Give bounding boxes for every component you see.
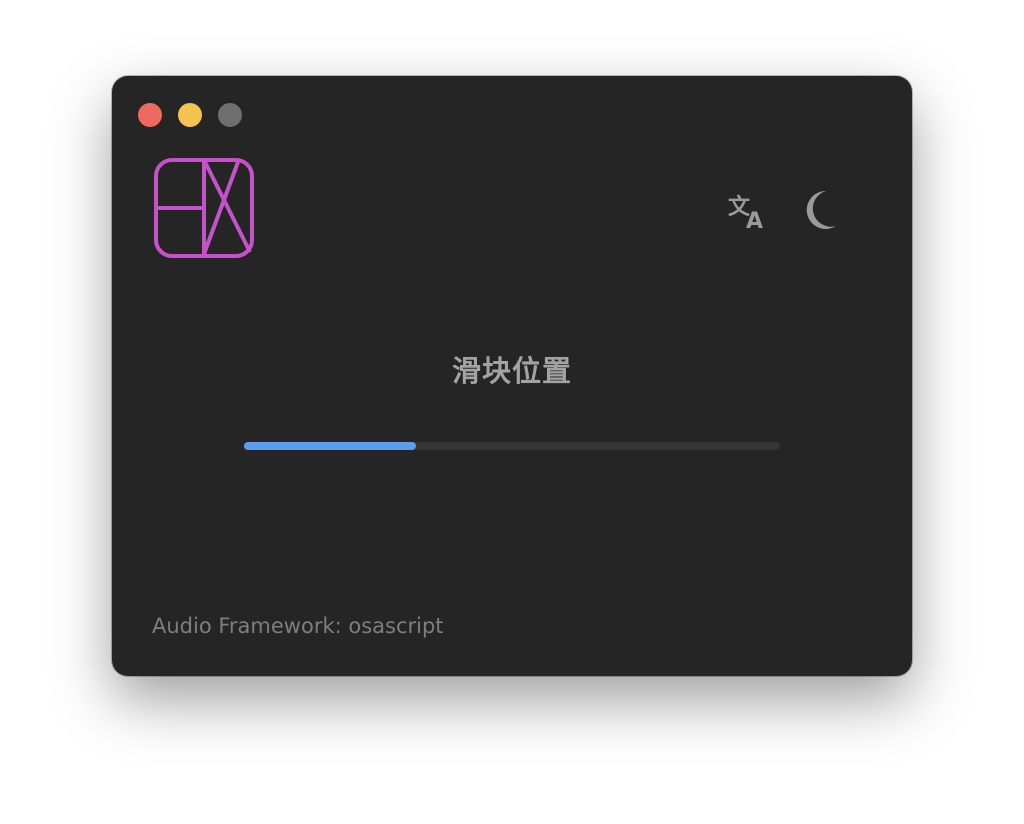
slider-fill [244, 442, 416, 450]
toolbar: 文 A [726, 188, 842, 232]
moon-icon[interactable] [798, 188, 842, 232]
close-window-button[interactable] [138, 103, 162, 127]
hx-logo-icon [154, 158, 254, 258]
zoom-window-button[interactable] [218, 103, 242, 127]
audio-framework-label: Audio Framework: osascript [152, 614, 444, 638]
minimize-window-button[interactable] [178, 103, 202, 127]
position-slider[interactable] [244, 438, 780, 454]
translate-icon[interactable]: 文 A [726, 188, 770, 232]
app-window: 文 A 滑块位置 Audio Framework: osascript [112, 76, 912, 676]
window-controls [138, 103, 242, 127]
page-title: 滑块位置 [451, 354, 572, 388]
svg-text:A: A [746, 209, 763, 232]
